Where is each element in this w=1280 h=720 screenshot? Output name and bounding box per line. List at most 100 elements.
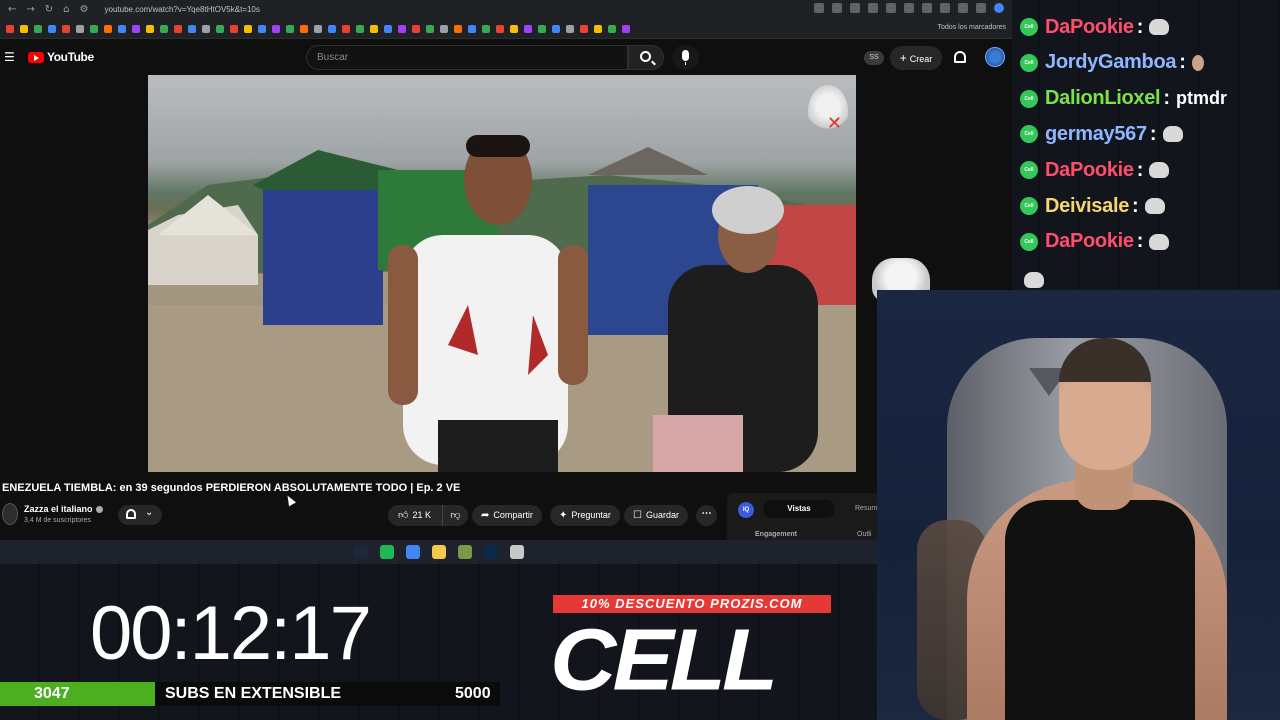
bookmark-icon[interactable]	[160, 24, 168, 33]
bookmark-icon[interactable]	[328, 24, 336, 33]
bookmark-icon[interactable]	[510, 24, 518, 33]
bookmark-icon[interactable]	[258, 24, 266, 33]
bookmark-icon[interactable]	[132, 24, 140, 33]
cast-icon[interactable]	[832, 3, 842, 13]
bookmark-icon[interactable]	[538, 24, 546, 33]
channel-avatar[interactable]	[2, 503, 18, 525]
bookmark-icon[interactable]	[244, 24, 252, 33]
more-actions-button[interactable]: ⋯	[696, 505, 717, 526]
bookmark-icon[interactable]	[48, 24, 56, 33]
bookmark-icon[interactable]	[426, 24, 434, 33]
extension-icon[interactable]	[886, 3, 896, 13]
bookmark-icon[interactable]	[412, 24, 420, 33]
hamburger-menu-icon[interactable]: ☰	[4, 50, 15, 64]
bookmark-icon[interactable]	[6, 24, 14, 33]
taskbar-chrome-icon[interactable]	[405, 545, 420, 559]
menu-icon[interactable]	[976, 3, 986, 13]
bookmark-icon[interactable]	[468, 24, 476, 33]
bookmark-icon[interactable]	[314, 24, 322, 33]
bookmark-icon[interactable]	[454, 24, 462, 33]
bookmark-icon[interactable]	[496, 24, 504, 33]
chat-username[interactable]: DaPookie	[1045, 159, 1134, 182]
bookmark-icon[interactable]	[62, 24, 70, 33]
extension-icon[interactable]	[904, 3, 914, 13]
save-button[interactable]: ☐ Guardar	[624, 505, 688, 526]
bookmark-icon[interactable]	[216, 24, 224, 33]
tab-resumen[interactable]: Resum	[855, 505, 877, 512]
voice-search-button[interactable]	[672, 45, 699, 70]
ask-button[interactable]: ✦ Preguntar	[550, 505, 620, 526]
bookmark-icon[interactable]	[356, 24, 364, 33]
youtube-logo[interactable]: YouTube	[28, 50, 94, 64]
bookmark-icon[interactable]	[398, 24, 406, 33]
extension-icon[interactable]	[922, 3, 932, 13]
bookmark-icon[interactable]	[90, 24, 98, 33]
taskbar-files-icon[interactable]	[431, 545, 446, 559]
chat-username[interactable]: DaPookie	[1045, 230, 1134, 253]
bookmark-icon[interactable]	[384, 24, 392, 33]
zoom-icon[interactable]	[814, 3, 824, 13]
chat-username[interactable]: germay567	[1045, 123, 1147, 146]
reload-icon[interactable]: ↻	[45, 4, 53, 15]
extension-badge[interactable]: SS	[864, 51, 884, 65]
bookmarks-folder[interactable]: Todos los marcadores	[938, 24, 1006, 31]
bookmark-icon[interactable]	[104, 24, 112, 33]
bookmark-icon[interactable]	[202, 24, 210, 33]
star-icon[interactable]	[850, 3, 860, 13]
bookmark-icon[interactable]	[118, 24, 126, 33]
notifications-bell-icon[interactable]	[954, 51, 966, 63]
taskbar-photoshop-icon[interactable]	[483, 545, 498, 559]
channel-name[interactable]: Zazza el italiano	[24, 504, 103, 514]
bookmark-icon[interactable]	[580, 24, 588, 33]
bookmark-icon[interactable]	[594, 24, 602, 33]
search-input[interactable]: Buscar	[306, 45, 628, 70]
video-player[interactable]: ✕	[148, 75, 856, 472]
taskbar-spotify-icon[interactable]	[379, 545, 394, 559]
bookmark-icon[interactable]	[622, 24, 630, 33]
bookmark-icon[interactable]	[174, 24, 182, 33]
dislike-button[interactable]: 👎︎	[442, 505, 468, 526]
bookmark-icon[interactable]	[342, 24, 350, 33]
bookmark-icon[interactable]	[370, 24, 378, 33]
bookmark-icon[interactable]	[20, 24, 28, 33]
chat-username[interactable]: Deivisale	[1045, 195, 1129, 218]
bookmark-icon[interactable]	[188, 24, 196, 33]
bookmark-icon[interactable]	[286, 24, 294, 33]
chat-username[interactable]: JordyGamboa	[1045, 51, 1176, 74]
bookmark-icon[interactable]	[566, 24, 574, 33]
back-icon[interactable]: ←	[8, 4, 16, 15]
subscription-bell-button[interactable]: ⌄	[118, 505, 162, 525]
bookmark-icon[interactable]	[76, 24, 84, 33]
taskbar-obs-icon[interactable]	[509, 545, 524, 559]
home-icon[interactable]: ⌂	[63, 4, 69, 15]
extension-icon[interactable]	[868, 3, 878, 13]
bookmark-icon[interactable]	[34, 24, 42, 33]
bookmark-icon[interactable]	[552, 24, 560, 33]
share-button[interactable]: ➦ Compartir	[472, 505, 542, 526]
taskbar-minecraft-icon[interactable]	[457, 545, 472, 559]
tab-outliers[interactable]: Outli	[857, 531, 871, 538]
tab-engagement[interactable]: Engagement	[755, 531, 797, 538]
bookmark-icon[interactable]	[272, 24, 280, 33]
profile-icon[interactable]	[994, 3, 1004, 13]
bookmark-icon[interactable]	[440, 24, 448, 33]
taskbar-steam-icon[interactable]	[353, 545, 368, 559]
chat-username[interactable]: DalionLioxel	[1045, 87, 1161, 110]
bookmark-icon[interactable]	[146, 24, 154, 33]
forward-icon[interactable]: →	[26, 4, 34, 15]
tab-vistas[interactable]: Vistas	[763, 500, 835, 518]
search-button[interactable]	[628, 45, 664, 70]
address-bar[interactable]: youtube.com/watch?v=Yqe8tHtOV5k&t=10s	[105, 5, 260, 14]
create-button[interactable]: + Crear	[890, 46, 942, 70]
puzzle-icon[interactable]	[940, 3, 950, 13]
bookmark-icon[interactable]	[230, 24, 238, 33]
bookmark-icon[interactable]	[482, 24, 490, 33]
download-icon[interactable]	[958, 3, 968, 13]
bookmark-icon[interactable]	[608, 24, 616, 33]
like-button[interactable]: 👍︎ 21 K	[388, 505, 441, 526]
bookmark-icon[interactable]	[300, 24, 308, 33]
bookmark-icon[interactable]	[524, 24, 532, 33]
site-info-icon[interactable]: ⚙	[80, 4, 89, 15]
chat-username[interactable]: DaPookie	[1045, 16, 1134, 39]
account-avatar[interactable]	[985, 47, 1005, 67]
